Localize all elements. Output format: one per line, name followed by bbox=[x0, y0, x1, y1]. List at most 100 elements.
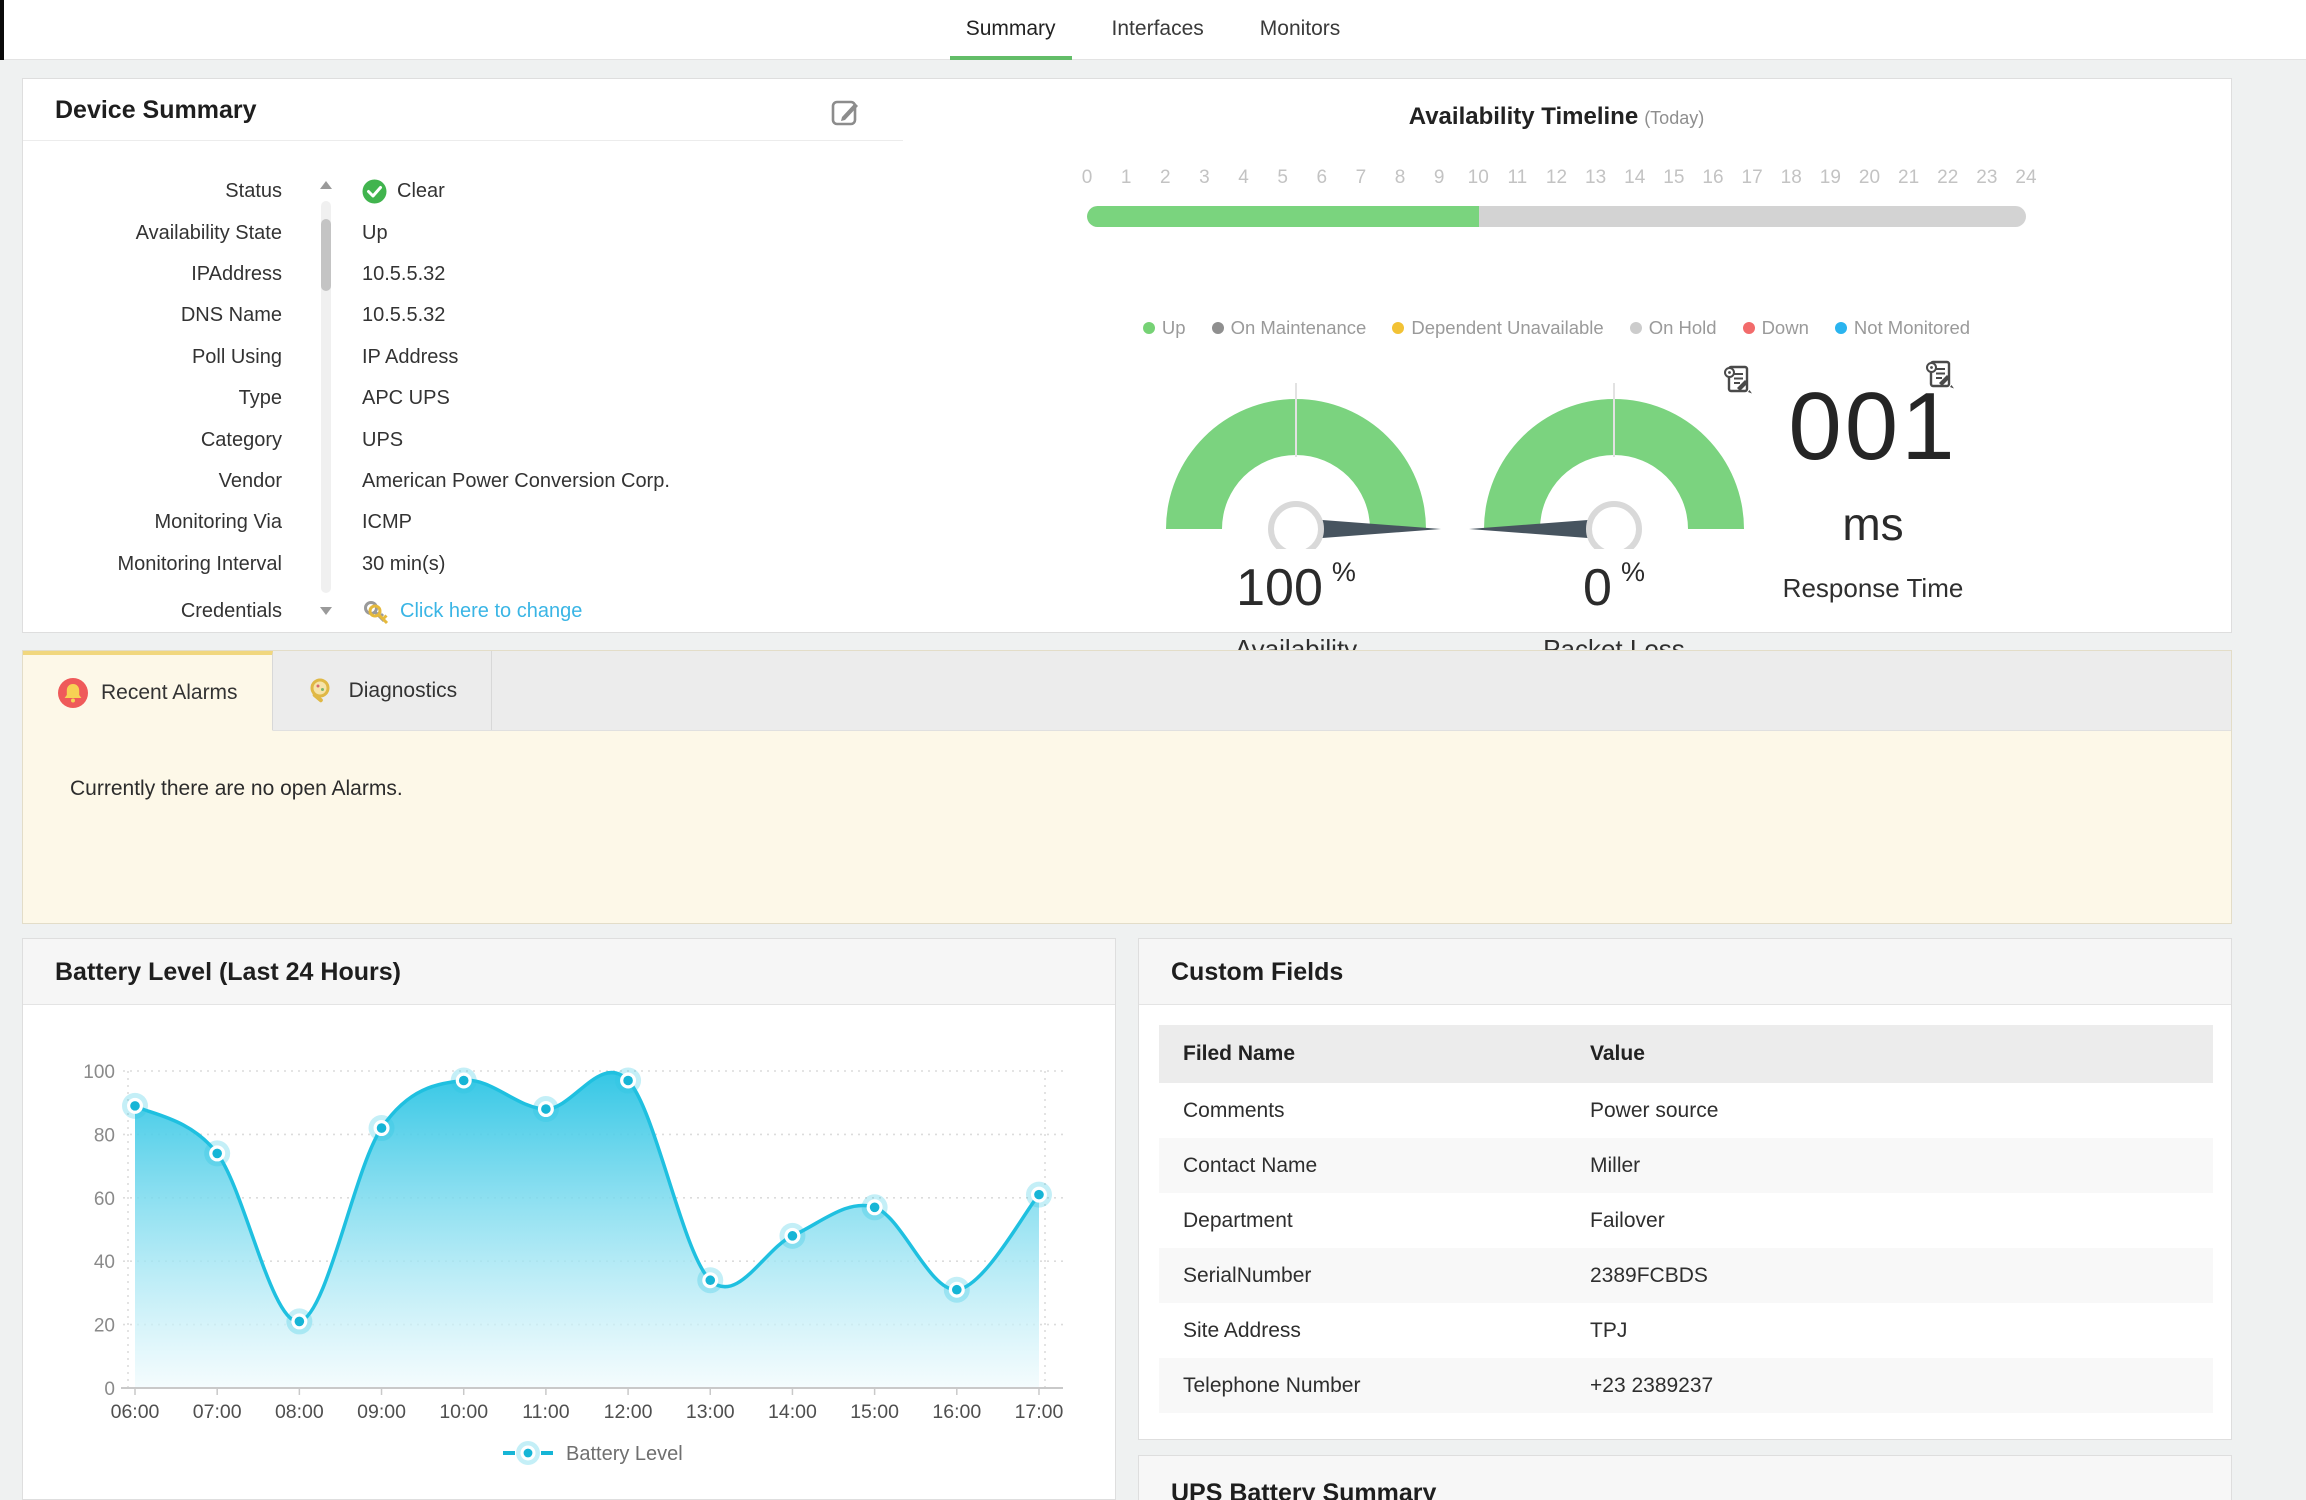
availability-progress-bar bbox=[1087, 206, 2026, 227]
hour-tick: 20 bbox=[1859, 167, 1880, 189]
availability-unit: % bbox=[1332, 557, 1356, 587]
availability-gauge: 100% Availability bbox=[1146, 379, 1446, 665]
top-tab-bar: Summary Interfaces Monitors bbox=[0, 0, 2306, 60]
scroll-up-icon[interactable] bbox=[320, 181, 332, 189]
status-value: Clear bbox=[397, 180, 445, 203]
hour-tick: 17 bbox=[1742, 167, 1763, 189]
down-dot-icon bbox=[1743, 322, 1755, 334]
svg-text:80: 80 bbox=[94, 1125, 115, 1146]
field-row-credentials: Credentials Click here to change bbox=[23, 591, 903, 632]
device-summary-scrollbar[interactable] bbox=[319, 179, 333, 615]
table-header-row: Filed Name Value bbox=[1159, 1025, 2213, 1083]
hour-tick: 12 bbox=[1546, 167, 1567, 189]
device-summary-fields: Status Clear Availability State Up IPAdd… bbox=[23, 171, 903, 632]
svg-text:60: 60 bbox=[94, 1189, 115, 1210]
legend-dependent-unavailable: Dependent Unavailable bbox=[1392, 317, 1603, 339]
alarms-panel: Recent Alarms Diagnostics Currently ther… bbox=[22, 650, 2232, 924]
hour-tick: 18 bbox=[1781, 167, 1802, 189]
device-summary-title: Device Summary bbox=[23, 79, 903, 141]
availability-value: 100 bbox=[1236, 559, 1323, 617]
keys-icon bbox=[362, 599, 390, 625]
hour-tick: 15 bbox=[1663, 167, 1684, 189]
field-row-dns-name: DNS Name 10.5.5.32 bbox=[23, 295, 903, 336]
svg-text:09:00: 09:00 bbox=[357, 1401, 406, 1423]
availability-up-segment bbox=[1087, 206, 1479, 227]
hour-tick: 13 bbox=[1585, 167, 1606, 189]
ups-battery-summary-panel: UPS Battery Summary bbox=[1138, 1455, 2232, 1500]
alarms-empty-message: Currently there are no open Alarms. bbox=[23, 731, 2231, 801]
packet-loss-unit: % bbox=[1621, 557, 1645, 587]
timeline-hour-ticks: 0123456789101112131415161718192021222324 bbox=[1087, 167, 2026, 191]
legend-up: Up bbox=[1143, 317, 1186, 339]
response-time-readout: 001 ms Response Time bbox=[1723, 335, 2023, 604]
battery-level-panel: Battery Level (Last 24 Hours) 0 20 40 60 80 1… bbox=[22, 938, 1116, 1500]
hour-tick: 21 bbox=[1898, 167, 1919, 189]
onhold-dot-icon bbox=[1630, 322, 1642, 334]
table-row: Site AddressTPJ bbox=[1159, 1303, 2213, 1358]
field-row-monitoring-via: Monitoring Via ICMP bbox=[23, 502, 903, 543]
response-time-unit: ms bbox=[1723, 497, 2023, 551]
svg-text:40: 40 bbox=[94, 1252, 115, 1273]
tab-recent-alarms[interactable]: Recent Alarms bbox=[23, 651, 273, 731]
diagnostics-magnifier-icon bbox=[307, 676, 337, 706]
tab-interfaces[interactable]: Interfaces bbox=[1096, 0, 1220, 60]
up-dot-icon bbox=[1143, 322, 1155, 334]
availability-timeline-title: Availability Timeline bbox=[1409, 103, 1638, 130]
status-clear-icon bbox=[362, 179, 387, 204]
field-row-status: Status Clear bbox=[23, 171, 903, 212]
svg-text:Battery Level: Battery Level bbox=[566, 1443, 683, 1465]
tab-diagnostics[interactable]: Diagnostics bbox=[273, 651, 493, 730]
hour-tick: 5 bbox=[1277, 167, 1288, 189]
custom-fields-panel: Custom Fields Filed Name Value CommentsP… bbox=[1138, 938, 2232, 1440]
table-row: CommentsPower source bbox=[1159, 1083, 2213, 1138]
credentials-change-link[interactable]: Click here to change bbox=[400, 600, 582, 623]
hour-tick: 3 bbox=[1199, 167, 1210, 189]
table-row: Contact NameMiller bbox=[1159, 1138, 2213, 1193]
hour-tick: 10 bbox=[1468, 167, 1489, 189]
device-snapshot-page: Summary Interfaces Monitors Device Summa… bbox=[0, 0, 2306, 1500]
svg-text:07:00: 07:00 bbox=[193, 1401, 242, 1423]
legend-on-hold: On Hold bbox=[1630, 317, 1717, 339]
svg-text:20: 20 bbox=[94, 1316, 115, 1337]
alarms-tab-bar: Recent Alarms Diagnostics bbox=[23, 651, 2231, 731]
notmonitored-dot-icon bbox=[1835, 322, 1847, 334]
battery-chart-title: Battery Level (Last 24 Hours) bbox=[23, 939, 1115, 1005]
custom-fields-title: Custom Fields bbox=[1139, 939, 2231, 1005]
svg-text:17:00: 17:00 bbox=[1015, 1401, 1064, 1423]
svg-text:08:00: 08:00 bbox=[275, 1401, 324, 1423]
svg-text:10:00: 10:00 bbox=[439, 1401, 488, 1423]
svg-text:12:00: 12:00 bbox=[604, 1401, 653, 1423]
svg-text:0: 0 bbox=[104, 1379, 115, 1400]
col-filed-name: Filed Name bbox=[1159, 1025, 1590, 1083]
custom-fields-table: Filed Name Value CommentsPower source Co… bbox=[1159, 1025, 2213, 1413]
alarm-bell-icon bbox=[57, 677, 89, 709]
hour-tick: 1 bbox=[1121, 167, 1132, 189]
hour-tick: 7 bbox=[1356, 167, 1367, 189]
hour-tick: 19 bbox=[1820, 167, 1841, 189]
hour-tick: 9 bbox=[1434, 167, 1445, 189]
field-row-category: Category UPS bbox=[23, 419, 903, 460]
hour-tick: 11 bbox=[1508, 167, 1528, 189]
tab-monitors[interactable]: Monitors bbox=[1244, 0, 1357, 60]
svg-text:11:00: 11:00 bbox=[522, 1401, 570, 1423]
hour-tick: 16 bbox=[1702, 167, 1723, 189]
device-summary-panel: Device Summary Status Clear Availability… bbox=[22, 78, 2232, 633]
hour-tick: 22 bbox=[1937, 167, 1958, 189]
edit-icon[interactable] bbox=[829, 95, 863, 129]
field-row-vendor: Vendor American Power Conversion Corp. bbox=[23, 461, 903, 502]
availability-timeline-subtitle: (Today) bbox=[1644, 108, 1704, 128]
tab-summary[interactable]: Summary bbox=[950, 0, 1072, 60]
field-row-ipaddress: IPAddress 10.5.5.32 bbox=[23, 254, 903, 295]
hour-tick: 0 bbox=[1082, 167, 1093, 189]
device-summary-section: Device Summary Status Clear Availability… bbox=[23, 79, 903, 634]
packet-loss-gauge-dial bbox=[1464, 379, 1764, 549]
scrollbar-thumb[interactable] bbox=[321, 219, 331, 291]
scroll-down-icon[interactable] bbox=[320, 607, 332, 615]
field-row-poll-using: Poll Using IP Address bbox=[23, 337, 903, 378]
table-row: Telephone Number+23 2389237 bbox=[1159, 1358, 2213, 1413]
left-edge-strip bbox=[0, 0, 4, 60]
ups-battery-summary-title: UPS Battery Summary bbox=[1139, 1456, 2231, 1500]
table-row: SerialNumber2389FCBDS bbox=[1159, 1248, 2213, 1303]
svg-text:14:00: 14:00 bbox=[768, 1401, 817, 1423]
hour-tick: 4 bbox=[1238, 167, 1249, 189]
